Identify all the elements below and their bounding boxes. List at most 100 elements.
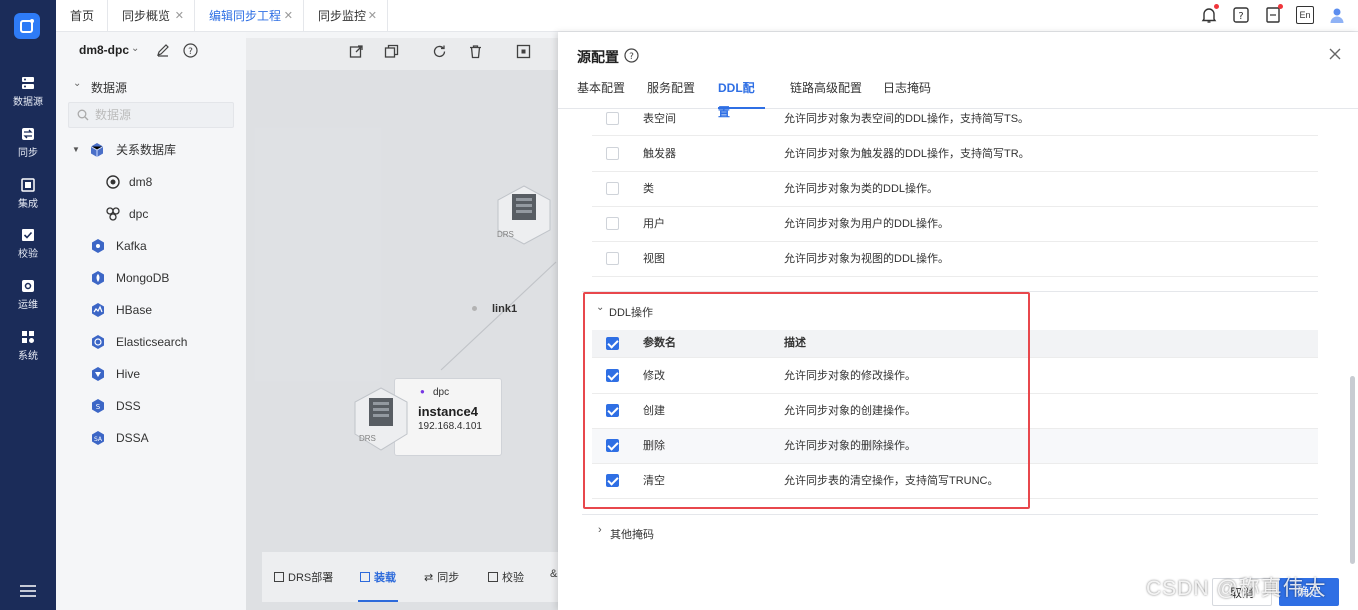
svg-text:?: ? (1238, 11, 1243, 22)
hive-icon (92, 367, 104, 381)
nav-label: 系统 (18, 351, 38, 362)
apps-icon (22, 331, 34, 343)
tab-home[interactable]: 首页 (56, 0, 108, 32)
row-checkbox[interactable] (606, 217, 619, 230)
nav-label: 运维 (18, 300, 38, 311)
notification-dot (1214, 4, 1219, 9)
sync-icon (22, 128, 34, 140)
dm-icon (106, 175, 120, 189)
row-checkbox[interactable] (606, 112, 619, 125)
nav-label: 集成 (18, 199, 38, 210)
nav-item-ops[interactable]: 运维 (0, 279, 56, 327)
table-row: 类 允许同步对象为类的DDL操作。 (592, 172, 1318, 207)
close-icon[interactable]: ✕ (175, 0, 184, 32)
chevron-down-icon: ⌄ (73, 78, 82, 89)
tree-item-dss[interactable]: S DSS (90, 394, 240, 418)
nav-label: 数据源 (13, 97, 43, 108)
table-row: 删除 允许同步对象的删除操作。 (592, 429, 1318, 464)
drawer-scrollbar[interactable] (1350, 376, 1355, 564)
table-row: 触发器 允许同步对象为触发器的DDL操作，支持简写TR。 (592, 137, 1318, 172)
chevron-right-icon: › (598, 524, 602, 536)
tree-item-hive[interactable]: Hive (90, 362, 240, 386)
notification-dot (1278, 4, 1283, 9)
nav-item-check[interactable]: 校验 (0, 228, 56, 276)
svg-text:SA: SA (94, 436, 103, 443)
drawer-title: 源配置 (577, 49, 619, 65)
row-checkbox[interactable] (606, 404, 619, 417)
nav-item-sync[interactable]: 同步 (0, 127, 56, 175)
tree-item-dssa[interactable]: SA DSSA (90, 426, 240, 450)
row-checkbox[interactable] (606, 147, 619, 160)
project-header: dm8-dpc ⌄ ? (56, 32, 246, 70)
header-tools: ? En (1196, 4, 1358, 26)
tab-sync-overview[interactable]: 同步概览 ✕ (108, 0, 195, 32)
table-row: 创建 允许同步对象的创建操作。 (592, 394, 1318, 429)
datasource-panel: dm8-dpc ⌄ ? ⌄ 数据源 数据源 ▼ 关系数据库 dm8 dpc Ka… (56, 32, 246, 610)
help-circle-icon[interactable]: ? (183, 43, 198, 58)
close-icon[interactable] (1329, 48, 1341, 60)
cube-icon (90, 143, 104, 157)
table-row: 清空 允许同步表的清空操作，支持简写TRUNC。 (592, 464, 1318, 499)
tab-sync-monitor[interactable]: 同步监控 ✕ (304, 0, 388, 32)
tree-item-mongodb[interactable]: MongoDB (90, 266, 240, 290)
table-header: 参数名 描述 (592, 330, 1318, 358)
help-circle-icon[interactable]: ? (624, 48, 639, 63)
svg-text:?: ? (629, 52, 634, 62)
nav-item-datasource[interactable]: 数据源 (0, 76, 56, 124)
tree-item-kafka[interactable]: Kafka (90, 234, 240, 258)
watermark: CSDN @称真伟大 (1146, 577, 1327, 600)
tree-item-hbase[interactable]: HBase (90, 298, 240, 322)
tree-item-dpc[interactable]: dpc (105, 202, 235, 226)
nav-label: 校验 (18, 249, 38, 260)
table-row: 修改 允许同步对象的修改操作。 (592, 359, 1318, 394)
section-divider (582, 514, 1318, 515)
table-row: 用户 允许同步对象为用户的DDL操作。 (592, 207, 1318, 242)
row-checkbox[interactable] (606, 439, 619, 452)
row-checkbox[interactable] (606, 369, 619, 382)
project-name[interactable]: dm8-dpc (79, 43, 129, 57)
tree-item-elasticsearch[interactable]: Elasticsearch (90, 330, 240, 354)
select-all-checkbox[interactable] (606, 337, 619, 350)
tree-header[interactable]: ⌄ 数据源 (56, 74, 246, 98)
nav-item-integration[interactable]: 集成 (0, 178, 56, 226)
close-icon[interactable]: ✕ (284, 0, 293, 32)
tree-search-input[interactable]: 数据源 (68, 102, 234, 128)
chevron-down-icon: ⌄ (596, 302, 605, 313)
dpc-icon (106, 207, 120, 221)
source-config-drawer: 源配置 ? 基本配置 服务配置 DDL配置 链路高级配置 日志掩码 表空间 允许… (558, 32, 1358, 610)
chevron-down-icon[interactable]: ⌄ (131, 43, 139, 54)
nav-item-system[interactable]: 系统 (0, 330, 56, 378)
table-row: 表空间 允许同步对象为表空间的DDL操作，支持简写TS。 (592, 102, 1318, 136)
app-logo-icon[interactable] (14, 13, 40, 39)
language-switch[interactable]: En (1296, 6, 1314, 24)
svg-text:S: S (96, 403, 101, 411)
close-icon[interactable]: ✕ (368, 0, 377, 32)
tab-edit-project[interactable]: 编辑同步工程 ✕ (195, 0, 304, 32)
tree-item-relational[interactable]: ▼ 关系数据库 (72, 138, 242, 162)
hbase-icon (92, 303, 104, 317)
table-row: 视图 允许同步对象为视图的DDL操作。 (592, 242, 1318, 277)
section-divider (582, 291, 1318, 292)
integration-icon (21, 178, 35, 192)
edit-icon[interactable] (156, 43, 170, 57)
svg-text:?: ? (188, 47, 193, 57)
tree-title: 数据源 (91, 81, 128, 95)
help-icon[interactable]: ? (1232, 6, 1250, 24)
row-checkbox[interactable] (606, 252, 619, 265)
kafka-icon (92, 239, 104, 253)
main-nav: 数据源 同步 集成 校验 运维 系统 (0, 0, 56, 610)
panel-backdrop (246, 38, 558, 610)
ops-icon (22, 280, 34, 292)
dssa-icon: SA (92, 431, 104, 445)
database-icon (22, 77, 34, 89)
mongodb-icon (92, 271, 104, 285)
row-checkbox[interactable] (606, 182, 619, 195)
elasticsearch-icon (92, 335, 104, 349)
collapse-menu-icon[interactable] (19, 584, 37, 598)
caret-down-icon: ▼ (72, 145, 80, 154)
nav-label: 同步 (18, 148, 38, 159)
tree-item-dm8[interactable]: dm8 (105, 170, 235, 194)
avatar[interactable] (1328, 6, 1346, 24)
row-checkbox[interactable] (606, 474, 619, 487)
tab-bar: 首页 同步概览 ✕ 编辑同步工程 ✕ 同步监控 ✕ ? En (56, 0, 1358, 32)
